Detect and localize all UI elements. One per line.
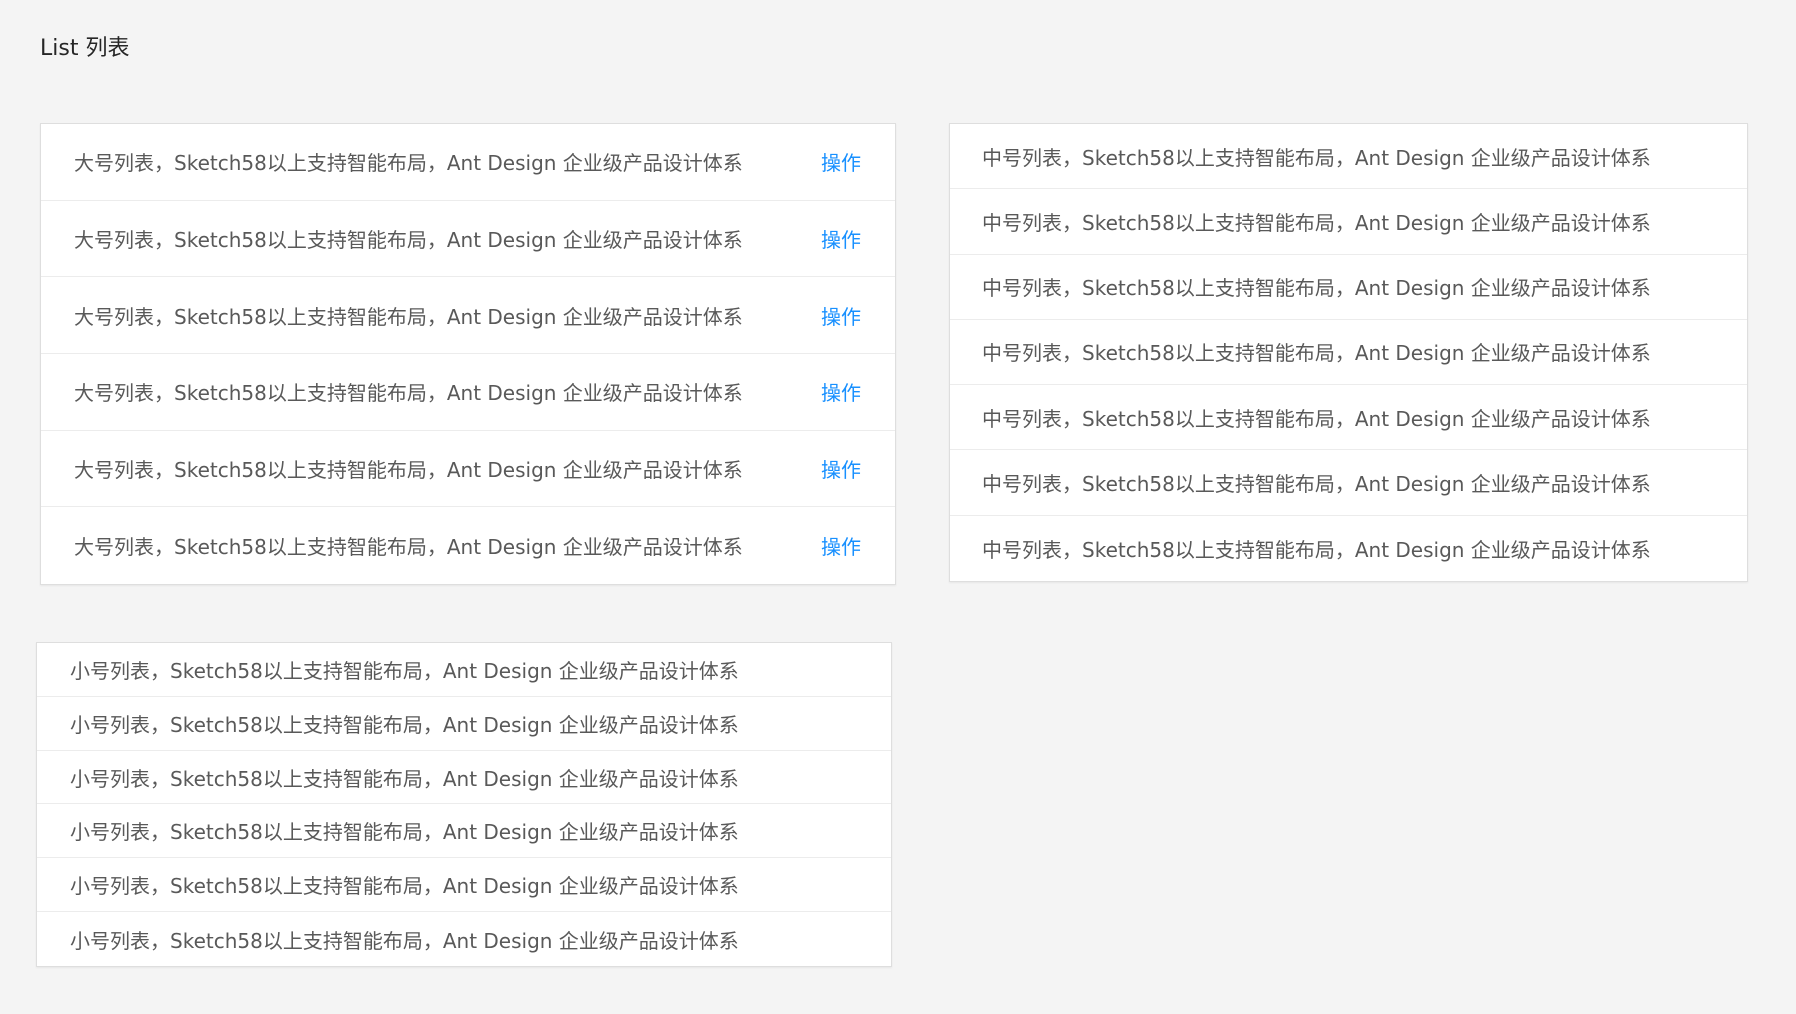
list-item-action-link[interactable]: 操作 xyxy=(821,224,861,253)
list-item-text: 大号列表，Sketch58以上支持智能布局，Ant Design 企业级产品设计… xyxy=(74,458,743,483)
list-item-text: 大号列表，Sketch58以上支持智能布局，Ant Design 企业级产品设计… xyxy=(74,228,743,252)
list-item: 小号列表，Sketch58以上支持智能布局，Ant Design 企业级产品设计… xyxy=(37,697,891,751)
list-item-text: 大号列表，Sketch58以上支持智能布局，Ant Design 企业级产品设计… xyxy=(74,304,743,329)
list-item: 小号列表，Sketch58以上支持智能布局，Ant Design 企业级产品设计… xyxy=(37,751,891,805)
list-item-text: 小号列表，Sketch58以上支持智能布局，Ant Design 企业级产品设计… xyxy=(70,766,739,791)
list-item: 中号列表，Sketch58以上支持智能布局，Ant Design 企业级产品设计… xyxy=(950,124,1747,190)
list-item: 小号列表，Sketch58以上支持智能布局，Ant Design 企业级产品设计… xyxy=(37,804,891,859)
list-item: 小号列表，Sketch58以上支持智能布局，Ant Design 企业级产品设计… xyxy=(37,858,891,913)
list-item-text: 小号列表，Sketch58以上支持智能布局，Ant Design 企业级产品设计… xyxy=(70,658,739,683)
list-item-text: 小号列表，Sketch58以上支持智能布局，Ant Design 企业级产品设计… xyxy=(70,928,739,953)
list-item-action-link[interactable]: 操作 xyxy=(821,531,861,560)
list-item-action-link[interactable]: 操作 xyxy=(821,147,861,176)
list-item-text: 小号列表，Sketch58以上支持智能布局，Ant Design 企业级产品设计… xyxy=(70,820,739,845)
list-item-text: 中号列表，Sketch58以上支持智能布局，Ant Design 企业级产品设计… xyxy=(982,472,1651,497)
list-item-text: 大号列表，Sketch58以上支持智能布局，Ant Design 企业级产品设计… xyxy=(74,535,743,560)
list-item-text: 中号列表，Sketch58以上支持智能布局，Ant Design 企业级产品设计… xyxy=(982,537,1651,562)
list-item: 大号列表，Sketch58以上支持智能布局，Ant Design 企业级产品设计… xyxy=(41,431,895,508)
list-item-action-link[interactable]: 操作 xyxy=(821,454,861,483)
small-list: 小号列表，Sketch58以上支持智能布局，Ant Design 企业级产品设计… xyxy=(36,642,892,967)
list-item: 大号列表，Sketch58以上支持智能布局，Ant Design 企业级产品设计… xyxy=(41,354,895,431)
large-list: 大号列表，Sketch58以上支持智能布局，Ant Design 企业级产品设计… xyxy=(40,123,896,585)
list-item: 小号列表，Sketch58以上支持智能布局，Ant Design 企业级产品设计… xyxy=(37,643,891,697)
list-item: 中号列表，Sketch58以上支持智能布局，Ant Design 企业级产品设计… xyxy=(950,385,1747,451)
list-item-text: 小号列表，Sketch58以上支持智能布局，Ant Design 企业级产品设计… xyxy=(70,874,739,899)
list-item: 大号列表，Sketch58以上支持智能布局，Ant Design 企业级产品设计… xyxy=(41,507,895,584)
list-item-text: 中号列表，Sketch58以上支持智能布局，Ant Design 企业级产品设计… xyxy=(982,341,1651,366)
list-item-text: 小号列表，Sketch58以上支持智能布局，Ant Design 企业级产品设计… xyxy=(70,712,739,737)
list-item: 大号列表，Sketch58以上支持智能布局，Ant Design 企业级产品设计… xyxy=(41,201,895,278)
page-title: List 列表 xyxy=(40,36,130,61)
list-item: 中号列表，Sketch58以上支持智能布局，Ant Design 企业级产品设计… xyxy=(950,320,1747,386)
list-item-text: 大号列表，Sketch58以上支持智能布局，Ant Design 企业级产品设计… xyxy=(74,151,743,176)
list-item: 中号列表，Sketch58以上支持智能布局，Ant Design 企业级产品设计… xyxy=(950,450,1747,516)
medium-list: 中号列表，Sketch58以上支持智能布局，Ant Design 企业级产品设计… xyxy=(949,123,1748,582)
list-item-action-link[interactable]: 操作 xyxy=(821,301,861,330)
list-item: 大号列表，Sketch58以上支持智能布局，Ant Design 企业级产品设计… xyxy=(41,277,895,355)
list-item: 中号列表，Sketch58以上支持智能布局，Ant Design 企业级产品设计… xyxy=(950,189,1747,255)
list-item: 中号列表，Sketch58以上支持智能布局，Ant Design 企业级产品设计… xyxy=(950,255,1747,320)
list-item: 中号列表，Sketch58以上支持智能布局，Ant Design 企业级产品设计… xyxy=(950,516,1747,581)
list-item-text: 中号列表，Sketch58以上支持智能布局，Ant Design 企业级产品设计… xyxy=(982,145,1651,170)
list-item-action-link[interactable]: 操作 xyxy=(821,377,861,406)
list-item: 大号列表，Sketch58以上支持智能布局，Ant Design 企业级产品设计… xyxy=(41,124,895,201)
list-item-text: 中号列表，Sketch58以上支持智能布局，Ant Design 企业级产品设计… xyxy=(982,276,1651,301)
list-item: 小号列表，Sketch58以上支持智能布局，Ant Design 企业级产品设计… xyxy=(37,912,891,966)
list-item-text: 中号列表，Sketch58以上支持智能布局，Ant Design 企业级产品设计… xyxy=(982,406,1651,431)
list-item-text: 中号列表，Sketch58以上支持智能布局，Ant Design 企业级产品设计… xyxy=(982,210,1651,235)
list-item-text: 大号列表，Sketch58以上支持智能布局，Ant Design 企业级产品设计… xyxy=(74,381,743,406)
